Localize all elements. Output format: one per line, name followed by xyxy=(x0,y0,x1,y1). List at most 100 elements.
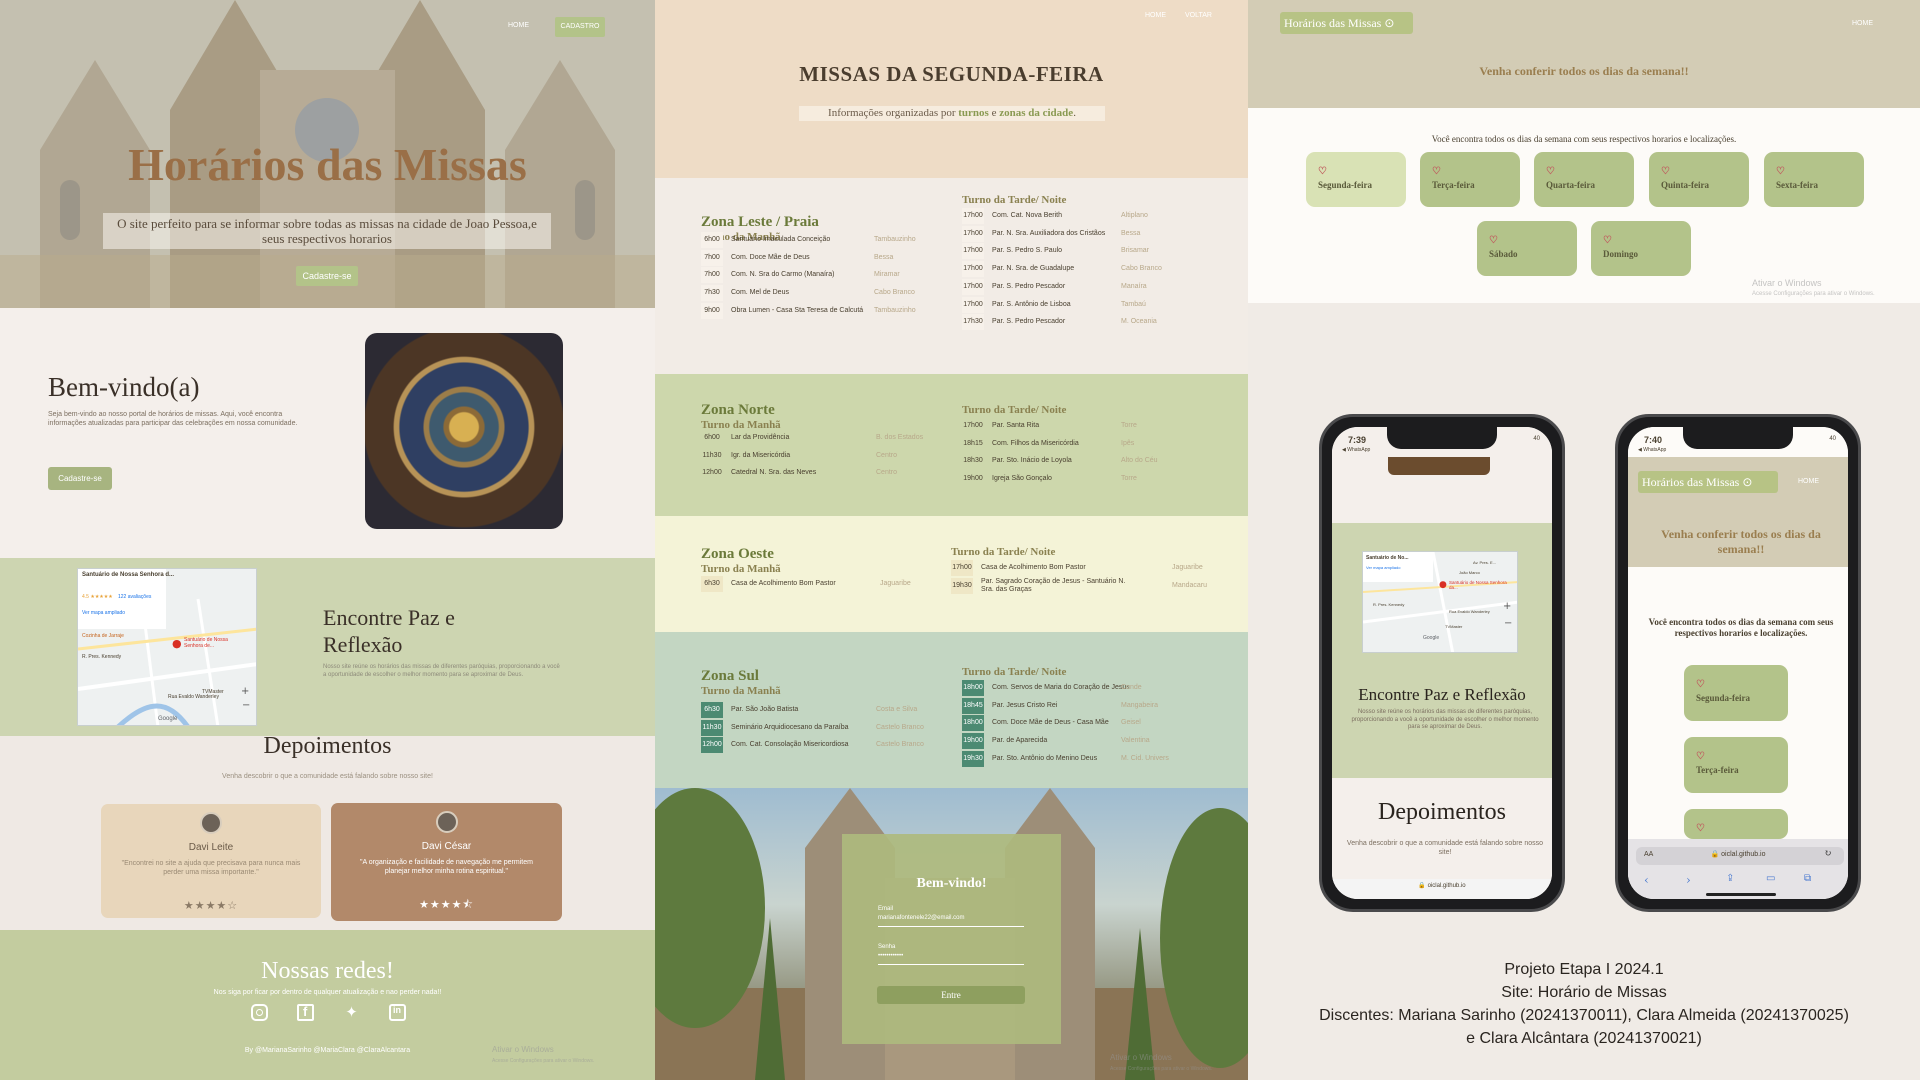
church-name: Igr. da Misericórdia xyxy=(731,451,791,459)
nav-cadastro-link[interactable]: CADASTRO xyxy=(555,17,605,37)
homepage-screenshot: HOME CADASTRO Horários das Missas O site… xyxy=(0,0,655,1080)
password-field[interactable]: •••••••••••• xyxy=(878,953,1024,965)
twitter-icon[interactable]: ✦ xyxy=(343,1004,360,1021)
project-students: Discentes: Mariana Sarinho (20241370011)… xyxy=(1319,1007,1849,1024)
bookmarks-icon[interactable]: ▭ xyxy=(1766,873,1775,884)
zone-west: Zona Oeste Turno da Manhã Turno da Tarde/ … xyxy=(655,516,1248,632)
church-name: Par. N. Sra. de Guadalupe xyxy=(992,265,1075,273)
map-pin-label: Santuário de Nossa Senhora da... xyxy=(1449,580,1507,590)
embedded-map[interactable]: Santuário de Nossa Senhora d... 4.5 ★★★★… xyxy=(77,568,257,726)
afternoon-shift-heading: Turno da Tarde/ Noite xyxy=(951,546,1056,558)
neighborhood: Conde xyxy=(1121,684,1142,691)
map-enlarge-link[interactable]: Ver mapa ampliado xyxy=(1366,565,1400,570)
schedule-row: 17h00 Par. S. Antônio de Lisboa Tambaú xyxy=(962,296,1162,313)
day-button-sabado[interactable]: ♡ Sábado xyxy=(1477,221,1577,276)
schedule-row: 7h00 Com. Doce Mãe de Deus Bessa xyxy=(701,249,901,266)
testimonial-name: Davi César xyxy=(421,841,472,852)
home-indicator xyxy=(1706,893,1776,896)
map-stars: ★★★★★ xyxy=(90,594,113,600)
mass-time: 12h00 xyxy=(701,465,723,482)
schedule-row: 18h00 Com. Doce Mãe de Deus - Casa Mãe Gei… xyxy=(962,715,1162,732)
login-title: Bem-vindo! xyxy=(916,876,987,891)
project-credits: Projeto Etapa I 2024.1 Site: Horário de … xyxy=(1248,958,1920,1050)
subtitle-highlight: turnos xyxy=(958,107,989,119)
linkedin-icon[interactable]: in xyxy=(389,1004,406,1021)
reload-icon[interactable]: ↻ xyxy=(1824,849,1832,859)
zoom-out-icon[interactable]: − xyxy=(242,700,250,711)
heart-icon: ♡ xyxy=(1546,166,1555,177)
mass-time: 6h00 xyxy=(701,430,723,446)
subtitle-text: e xyxy=(988,107,1000,119)
schedule-screenshot: HOME VOLTAR MISSAS DA SEGUNDA-FEIRA Info… xyxy=(655,0,1248,1080)
nav-home-link[interactable]: HOME xyxy=(1145,12,1166,19)
map-label-2: R. Pres. Kennedy xyxy=(82,654,122,660)
zoom-out-icon[interactable]: − xyxy=(1504,618,1512,629)
back-arrow-icon[interactable]: ‹ xyxy=(1644,873,1649,887)
hero-title: Horários das Missas xyxy=(128,139,527,190)
windows-watermark-text: Acesse Configurações para ativar o Windo… xyxy=(1752,291,1875,297)
hero-subtitle: O site perfeito para se informar sobre t… xyxy=(103,213,551,249)
day-button-terca[interactable]: ♡ Terça-feira xyxy=(1420,152,1520,207)
forward-arrow-icon[interactable]: › xyxy=(1686,873,1691,887)
day-button-domingo[interactable]: ♡ Domingo xyxy=(1591,221,1691,276)
schedule-row: 17h00 Com. Cat. Nova Berith Altiplano xyxy=(962,208,1162,224)
map-place-name: Santuário de Nossa Senhora d... xyxy=(82,572,175,578)
mass-time: 17h00 xyxy=(962,261,984,278)
day-button-quarta[interactable]: ♡ Quarta-feira xyxy=(1534,152,1634,207)
church-name: Par. Santa Rita xyxy=(992,422,1040,429)
schedule-row: 17h00 Par. S. Pedro Pescador Manaíra xyxy=(962,278,1162,295)
nav-home-link[interactable]: HOME xyxy=(508,22,529,29)
tabs-icon[interactable]: ⧉ xyxy=(1804,873,1811,884)
schedule-row: 9h00 Obra Lumen - Casa Sta Teresa de Calc… xyxy=(701,302,916,319)
nav-home-link[interactable]: HOME xyxy=(1852,20,1873,27)
neighborhood: Costa e Silva xyxy=(876,706,918,713)
lock-icon: 🔒 xyxy=(1710,851,1720,858)
nav-back-link[interactable]: VOLTAR xyxy=(1185,12,1212,19)
hero-signup-button[interactable]: Cadastre-se xyxy=(296,266,358,286)
rating-stars: ★★★★⯪ xyxy=(419,898,474,911)
status-back-link[interactable]: ◀ WhatsApp xyxy=(1638,447,1666,453)
login-submit-button[interactable]: Entre xyxy=(877,986,1025,1004)
zoom-in-icon[interactable]: + xyxy=(241,686,249,697)
mass-time: 7h00 xyxy=(701,267,723,284)
neighborhood: Torre xyxy=(1121,422,1137,429)
map-pin-label: Santuário de Nossa Senhora de... xyxy=(184,637,228,649)
phone-map[interactable]: Santuário de No... Ver mapa ampliado Av.… xyxy=(1362,551,1518,653)
email-field[interactable]: marianafontenele22@email.com xyxy=(878,915,1024,927)
map-reviews[interactable]: 122 avaliações xyxy=(118,594,151,600)
mass-time: 19h30 xyxy=(951,577,973,594)
day-button-segunda[interactable]: ♡ Segunda-feira xyxy=(1306,152,1406,207)
mass-time: 17h30 xyxy=(962,314,984,331)
browser-url-bar[interactable]: 🔒 oiclal.github.io xyxy=(1332,879,1552,899)
neighborhood: Jaguaribe xyxy=(1172,564,1203,571)
site-logo[interactable]: Horários das Missas ⊙ xyxy=(1280,12,1413,34)
site-logo[interactable]: Horários das Missas ⊙ xyxy=(1638,471,1778,493)
instagram-icon[interactable] xyxy=(251,1004,268,1021)
church-name: Par. São João Batista xyxy=(731,706,799,713)
neighborhood: Cabo Branco xyxy=(1121,265,1162,273)
day-button-quinta[interactable]: ♡ Quinta-feira xyxy=(1649,152,1749,207)
church-name: Catedral N. Sra. das Neves xyxy=(731,469,817,477)
day-button-terca[interactable]: ♡ Terça-feira xyxy=(1684,737,1788,793)
day-button-sexta[interactable]: ♡ Sexta-feira xyxy=(1764,152,1864,207)
nav-home-link[interactable]: HOME xyxy=(1798,478,1819,485)
day-button-next[interactable]: ♡ xyxy=(1684,809,1788,839)
mass-time: 17h00 xyxy=(962,225,984,242)
schedule-row: 12h00 Catedral N. Sra. das Neves Centro xyxy=(701,465,901,482)
map-enlarge-link[interactable]: Ver mapa ampliado xyxy=(82,610,125,616)
neighborhood: Tambaú xyxy=(1121,300,1146,308)
status-back-link[interactable]: ◀ WhatsApp xyxy=(1342,447,1370,453)
facebook-icon[interactable]: f xyxy=(297,1004,314,1021)
mass-time: 6h30 xyxy=(701,576,723,592)
welcome-signup-button[interactable]: Cadastre-se xyxy=(48,467,112,490)
share-icon[interactable]: ⇪ xyxy=(1726,873,1734,884)
map-pin-icon: ● xyxy=(172,637,182,650)
schedule-row: 19h30 Par. Sagrado Coração de Jesus - San… xyxy=(951,577,1207,594)
map-label: João Marco xyxy=(1459,570,1480,575)
windows-watermark-text: Acesse Configurações para ativar o Windo… xyxy=(492,1058,595,1064)
zoom-in-icon[interactable]: + xyxy=(1503,601,1511,612)
day-button-segunda[interactable]: ♡ Segunda-feira xyxy=(1684,665,1788,721)
neighborhood: Bessa xyxy=(874,253,894,261)
neighborhood: Tambauzinho xyxy=(874,306,916,314)
phone-screen: 7:40 ◀ WhatsApp 40 Horários das Missas ⊙… xyxy=(1628,427,1848,899)
